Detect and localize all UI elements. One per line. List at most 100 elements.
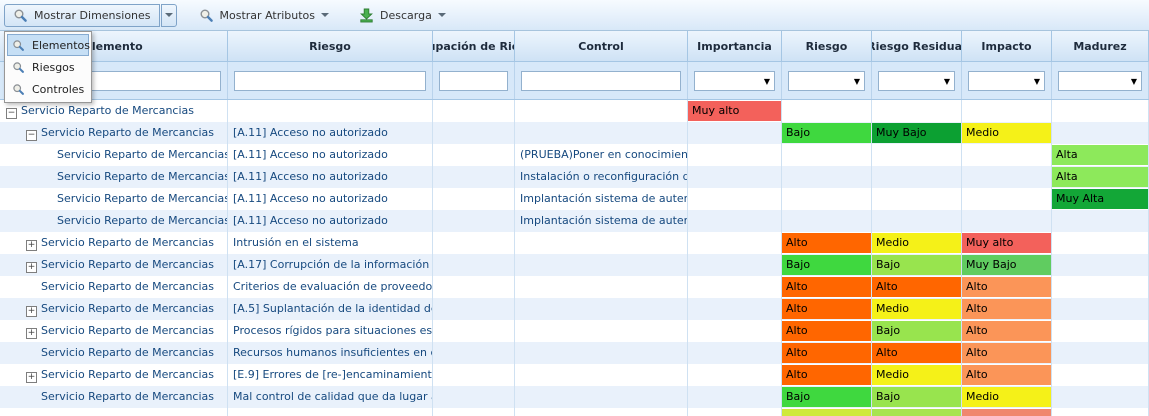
agrupacion-cell — [433, 188, 515, 210]
table-row[interactable]: Servicio Reparto de Mercancias[A.11] Acc… — [0, 210, 1149, 232]
expand-icon[interactable]: + — [26, 262, 37, 273]
table-row[interactable]: +Servicio Reparto de Mercancias[A.5] Sup… — [0, 298, 1149, 320]
expand-icon[interactable]: + — [26, 372, 37, 383]
madurez-cell — [1052, 342, 1149, 364]
magnifier-icon — [199, 8, 214, 23]
control-label — [515, 408, 688, 416]
table-row[interactable]: −Servicio Reparto de MercanciasMuy alto — [0, 100, 1149, 122]
filter-riesgo-nivel-select[interactable]: ▼ — [788, 71, 865, 91]
menu-item-label: Riesgos — [32, 61, 75, 74]
header-control[interactable]: Control — [515, 31, 688, 61]
table-row[interactable]: Servicio Reparto de Mercancias Mal contro… — [0, 386, 1149, 408]
filter-madurez-select[interactable]: ▼ — [1058, 71, 1142, 91]
riesgo_nivel-cell: Alto — [782, 298, 872, 320]
filter-riesgo-residual-select[interactable]: ▼ — [878, 71, 955, 91]
riesgo_nivel-cell — [782, 188, 872, 210]
riesgo_nivel-value: Bajo — [782, 255, 871, 275]
riesgo-label: [A.17] Corrupción de la información — [228, 254, 433, 276]
impacto-cell — [962, 100, 1052, 122]
mostrar-dimensiones-button[interactable]: Mostrar Dimensiones — [4, 4, 160, 27]
impacto-value: Alto — [962, 299, 1051, 319]
impacto-value: Alto — [962, 365, 1051, 385]
table-row[interactable]: Servicio Reparto de Mercancias[A.11] Acc… — [0, 166, 1149, 188]
header-madurez[interactable]: Madurez — [1052, 31, 1149, 61]
header-riesgo-nivel[interactable]: Riesgo — [782, 31, 872, 61]
mostrar-atributos-button[interactable]: Mostrar Atributos — [191, 4, 338, 27]
elemento-label: Servicio Reparto de Mercancias — [41, 346, 214, 359]
riesgo_nivel-cell — [782, 210, 872, 232]
table-row[interactable]: +Servicio Reparto de MercanciasIntrusión… — [0, 232, 1149, 254]
expand-icon[interactable]: + — [26, 240, 37, 251]
filter-agrupacion-input[interactable] — [439, 71, 508, 91]
expand-icon[interactable]: + — [26, 328, 37, 339]
riesgo_residual-cell — [872, 144, 962, 166]
menu-item-controles[interactable]: Controles — [7, 78, 89, 100]
riesgo_residual-cell: Alto — [872, 342, 962, 364]
riesgo-label — [228, 408, 433, 416]
riesgo-label: Recursos humanos insuficientes en compra… — [228, 342, 433, 364]
menu-item-elementos[interactable]: Elementos — [7, 34, 89, 56]
madurez-cell — [1052, 100, 1149, 122]
table-row[interactable]: +Servicio Reparto de Mercancias[A.17] Co… — [0, 254, 1149, 276]
header-agrupacion[interactable]: Agrupación de Riesgo — [433, 31, 515, 61]
table-row[interactable]: +Servicio Reparto de MercanciasProcesos … — [0, 320, 1149, 342]
table-row[interactable] — [0, 408, 1149, 416]
filter-riesgo-input[interactable] — [234, 71, 426, 91]
descarga-label: Descarga — [380, 9, 432, 22]
control-label — [515, 232, 688, 254]
filter-control-input[interactable] — [521, 71, 681, 91]
riesgo-label: Mal control de calidad que da lugar a pr… — [228, 386, 433, 408]
agrupacion-cell — [433, 210, 515, 232]
impacto-value: Muy alto — [962, 233, 1051, 253]
header-riesgo[interactable]: Riesgo — [228, 31, 433, 61]
riesgo-label: [A.11] Acceso no autorizado — [228, 166, 433, 188]
table-row[interactable]: Servicio Reparto de Mercancias[A.11] Acc… — [0, 188, 1149, 210]
importancia-cell — [688, 122, 782, 144]
control-label — [515, 386, 688, 408]
menu-item-riesgos[interactable]: Riesgos — [7, 56, 89, 78]
mostrar-dimensiones-dropdown-arrow[interactable] — [161, 4, 177, 27]
madurez-cell — [1052, 320, 1149, 342]
table-row[interactable]: + Servicio Reparto de Mercancias [E.9] Err… — [0, 364, 1149, 386]
filter-importancia-select[interactable]: ▼ — [694, 71, 775, 91]
madurez-cell — [1052, 232, 1149, 254]
madurez-cell — [1052, 254, 1149, 276]
riesgo_nivel-cell — [782, 408, 872, 416]
impacto-value: Medio — [962, 123, 1051, 143]
header-impacto[interactable]: Impacto — [962, 31, 1052, 61]
elemento-label: Servicio Reparto de Mercancias — [41, 390, 214, 403]
madurez-cell — [1052, 364, 1149, 386]
elemento-label: Servicio Reparto de Mercancias — [57, 192, 228, 205]
header-importancia[interactable]: Importancia — [688, 31, 782, 61]
descarga-button[interactable]: Descarga — [351, 4, 454, 27]
riesgo_nivel-cell: Alto — [782, 364, 872, 386]
collapse-icon[interactable]: − — [26, 130, 37, 141]
table-row[interactable]: −Servicio Reparto de Mercancias[A.11] Ac… — [0, 122, 1149, 144]
table-row[interactable]: Servicio Reparto de Mercancias[A.11] Acc… — [0, 144, 1149, 166]
expand-icon[interactable]: + — [26, 306, 37, 317]
madurez-cell: Muy Alta — [1052, 188, 1149, 210]
filter-impacto-select[interactable]: ▼ — [968, 71, 1045, 91]
table-row[interactable]: Servicio Reparto de MercanciasCriterios … — [0, 276, 1149, 298]
madurez-cell: Alta — [1052, 166, 1149, 188]
elemento-label: Servicio Reparto de Mercancias — [41, 126, 214, 139]
riesgo_residual-cell: Bajo — [872, 386, 962, 408]
control-label: Implantación sistema de autenticació — [515, 188, 688, 210]
riesgo_residual-cell — [872, 210, 962, 232]
agrupacion-cell — [433, 276, 515, 298]
control-label: (PRUEBA)Poner en conocimiento de t — [515, 144, 688, 166]
importancia-value: Muy alto — [688, 101, 781, 121]
importancia-cell — [688, 342, 782, 364]
elemento-label: Servicio Reparto de Mercancias — [41, 368, 214, 381]
agrupacion-cell — [433, 386, 515, 408]
header-riesgo-residual[interactable]: Riesgo Residual — [872, 31, 962, 61]
riesgo-label: Intrusión en el sistema — [228, 232, 433, 254]
riesgo_residual-cell — [872, 408, 962, 416]
collapse-icon[interactable]: − — [6, 108, 17, 119]
riesgo_nivel-cell — [782, 100, 872, 122]
riesgo_nivel-value: Alto — [782, 299, 871, 319]
magnifier-icon — [12, 61, 25, 74]
riesgo-label — [228, 100, 433, 122]
riesgo-label: [E.9] Errores de [re-]encaminamiento — [228, 364, 433, 386]
table-row[interactable]: Servicio Reparto de Mercancias Recursos h… — [0, 342, 1149, 364]
